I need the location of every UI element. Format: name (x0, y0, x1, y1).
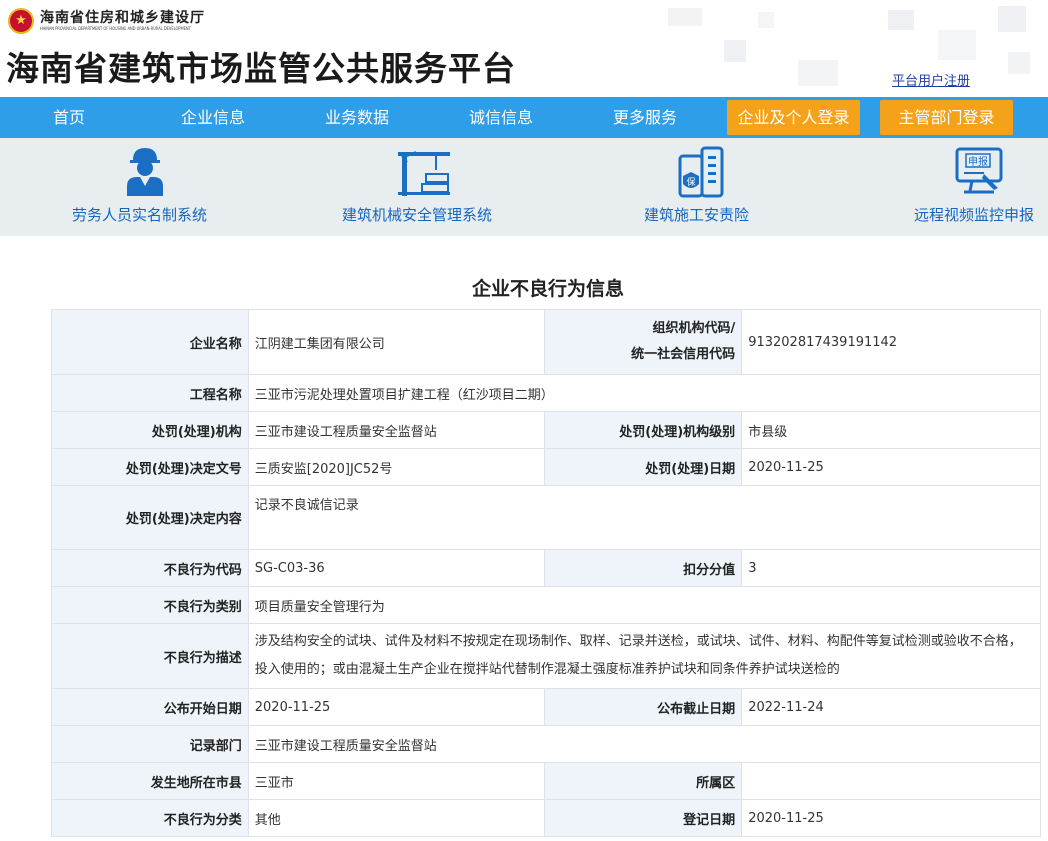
table-row: 不良行为分类 其他 登记日期 2020-11-25 (51, 799, 1041, 837)
behavior-category-label: 不良行为类别 (51, 586, 249, 624)
admin-login-button[interactable]: 主管部门登录 (880, 100, 1013, 135)
table-row: 公布开始日期 2020-11-25 公布截止日期 2022-11-24 (51, 688, 1041, 726)
monitor-report-icon: 申报 (955, 147, 1003, 194)
publish-end-label: 公布截止日期 (544, 688, 743, 726)
behavior-code-value: SG-C03-36 (247, 549, 546, 587)
classification-value: 其他 (247, 799, 546, 837)
company-name-label: 企业名称 (51, 309, 249, 375)
district-value (741, 762, 1041, 800)
decision-date-label: 处罚(处理)日期 (544, 448, 743, 486)
page-title: 企业不良行为信息 (471, 278, 624, 300)
crane-icon (398, 151, 450, 196)
nav-more-services[interactable]: 更多服务 (607, 97, 683, 138)
department-logo[interactable]: 海南省住房和城乡建设厅 HAINAN PROVINCIAL DEPARTMENT… (8, 6, 208, 36)
decision-number-label: 处罚(处理)决定文号 (51, 448, 249, 486)
register-date-label: 登记日期 (544, 799, 743, 837)
classification-label: 不良行为分类 (51, 799, 249, 837)
system-worker-realname[interactable]: 劳务人员实名制系统 (60, 138, 230, 236)
agency-level-value: 市县级 (741, 411, 1041, 449)
publish-start-label: 公布开始日期 (51, 688, 249, 726)
system-label: 建筑机械安全管理系统 (342, 206, 493, 224)
deduction-value: 3 (741, 549, 1041, 587)
behavior-description-value: 涉及结构安全的试块、试件及材料不按规定在现场制作、取样、记录并送检，或试块、试件… (247, 623, 1042, 689)
publish-end-value: 2022-11-24 (741, 688, 1041, 726)
department-name-en: HAINAN PROVINCIAL DEPARTMENT OF HOUSING … (40, 26, 191, 31)
platform-title: 海南省建筑市场监管公共服务平台 (6, 49, 516, 88)
svg-text:保: 保 (686, 176, 695, 188)
behavior-category-value: 项目质量安全管理行为 (247, 586, 1042, 624)
org-code-label-line2: 统一社会信用代码 (631, 347, 736, 362)
system-machinery-safety[interactable]: 建筑机械安全管理系统 (330, 138, 520, 236)
bad-behavior-record-table: 企业名称 江阴建工集团有限公司 组织机构代码/ 统一社会信用代码 9132028… (51, 309, 1042, 837)
org-code-value: 913202817439191142 (741, 309, 1041, 375)
table-row: 处罚(处理)机构 三亚市建设工程质量安全监督站 处罚(处理)机构级别 市县级 (51, 411, 1041, 449)
nav-credit-info[interactable]: 诚信信息 (463, 97, 539, 138)
company-name-value: 江阴建工集团有限公司 (247, 309, 546, 375)
register-link[interactable]: 平台用户注册 (892, 70, 970, 89)
project-name-value: 三亚市污泥处理处置项目扩建工程（红沙项目二期） (247, 374, 1042, 412)
agency-level-label: 处罚(处理)机构级别 (544, 411, 743, 449)
table-row: 记录部门 三亚市建设工程质量安全监督站 (51, 725, 1042, 763)
project-name-label: 工程名称 (51, 374, 249, 412)
table-row: 发生地所在市县 三亚市 所属区 (51, 762, 1041, 800)
table-row: 处罚(处理)决定文号 三质安监[2020]JC52号 处罚(处理)日期 2020… (51, 448, 1041, 486)
agency-value: 三亚市建设工程质量安全监督站 (247, 411, 546, 449)
system-label: 远程视频监控申报 (914, 206, 1035, 224)
worker-icon (127, 148, 163, 196)
system-label: 建筑施工安责险 (644, 206, 750, 224)
table-row: 处罚(处理)决定内容 记录不良诚信记录 (51, 485, 1042, 550)
agency-label: 处罚(处理)机构 (51, 411, 249, 449)
behavior-description-label: 不良行为描述 (51, 623, 249, 689)
site-header: 海南省住房和城乡建设厅 HAINAN PROVINCIAL DEPARTMENT… (0, 0, 1048, 97)
behavior-code-label: 不良行为代码 (51, 549, 249, 587)
main-nav: 首页 企业信息 业务数据 诚信信息 更多服务 企业及个人登录 主管部门登录 (0, 97, 1048, 138)
table-row: 工程名称 三亚市污泥处理处置项目扩建工程（红沙项目二期） (51, 374, 1042, 412)
decision-content-label: 处罚(处理)决定内容 (51, 485, 249, 550)
system-remote-video-report[interactable]: 申报 远程视频监控申报 (910, 138, 1048, 236)
system-construction-insurance[interactable]: 保 建筑施工安责险 (640, 138, 770, 236)
systems-bar: 劳务人员实名制系统 建筑机械安全管理系统 保 建筑施工安责险 申报 远程视频监控… (0, 138, 1048, 236)
department-name: 海南省住房和城乡建设厅 (40, 10, 205, 26)
district-label: 所属区 (544, 762, 743, 800)
deduction-label: 扣分分值 (544, 549, 743, 587)
nav-home[interactable]: 首页 (33, 97, 105, 138)
company-personal-login-button[interactable]: 企业及个人登录 (727, 100, 860, 135)
table-row: 不良行为描述 涉及结构安全的试块、试件及材料不按规定在现场制作、取样、记录并送检… (51, 623, 1042, 689)
record-department-value: 三亚市建设工程质量安全监督站 (247, 725, 1042, 763)
decision-content-value: 记录不良诚信记录 (247, 485, 1042, 550)
svg-text:申报: 申报 (968, 155, 988, 168)
table-row: 不良行为类别 项目质量安全管理行为 (51, 586, 1042, 624)
system-label: 劳务人员实名制系统 (72, 206, 208, 224)
table-row: 不良行为代码 SG-C03-36 扣分分值 3 (51, 549, 1041, 587)
national-emblem-icon (8, 8, 34, 34)
register-date-value: 2020-11-25 (741, 799, 1041, 837)
nav-company-info[interactable]: 企业信息 (175, 97, 251, 138)
record-department-label: 记录部门 (51, 725, 249, 763)
publish-start-value: 2020-11-25 (247, 688, 546, 726)
decision-number-value: 三质安监[2020]JC52号 (247, 448, 546, 486)
table-row: 企业名称 江阴建工集团有限公司 组织机构代码/ 统一社会信用代码 9132028… (51, 309, 1041, 375)
org-code-label-line1: 组织机构代码/ (652, 321, 736, 336)
city-value: 三亚市 (247, 762, 546, 800)
decision-date-value: 2020-11-25 (741, 448, 1041, 486)
insurance-building-icon: 保 (678, 146, 724, 198)
city-label: 发生地所在市县 (51, 762, 249, 800)
nav-business-data[interactable]: 业务数据 (319, 97, 395, 138)
org-code-label: 组织机构代码/ 统一社会信用代码 (544, 309, 743, 375)
